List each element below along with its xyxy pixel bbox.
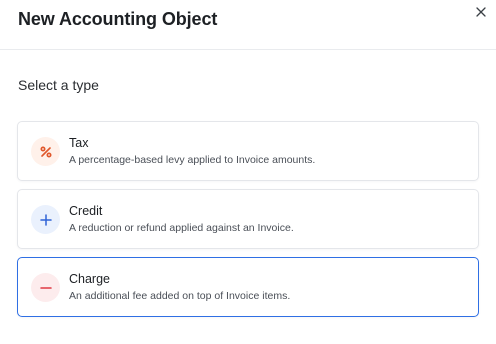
minus-icon-badge: [31, 273, 60, 302]
dialog-header: New Accounting Object: [0, 0, 496, 50]
option-description: A percentage-based levy applied to Invoi…: [69, 154, 316, 166]
option-title: Credit: [69, 204, 103, 218]
option-tax[interactable]: Tax A percentage-based levy applied to I…: [17, 121, 479, 181]
option-title: Charge: [69, 272, 110, 286]
option-title: Tax: [69, 136, 89, 150]
close-button[interactable]: [472, 3, 490, 21]
percent-icon-badge: [31, 137, 60, 166]
option-charge[interactable]: Charge An additional fee added on top of…: [17, 257, 479, 317]
option-description: A reduction or refund applied against an…: [69, 222, 294, 234]
section-label: Select a type: [18, 77, 99, 93]
minus-icon: [39, 286, 52, 289]
close-icon: [476, 7, 486, 17]
option-description: An additional fee added on top of Invoic…: [69, 290, 291, 302]
option-credit[interactable]: Credit A reduction or refund applied aga…: [17, 189, 479, 249]
plus-icon-badge: [31, 205, 60, 234]
percent-icon: [39, 145, 52, 158]
plus-icon: [39, 213, 52, 226]
dialog-title: New Accounting Object: [18, 9, 218, 29]
